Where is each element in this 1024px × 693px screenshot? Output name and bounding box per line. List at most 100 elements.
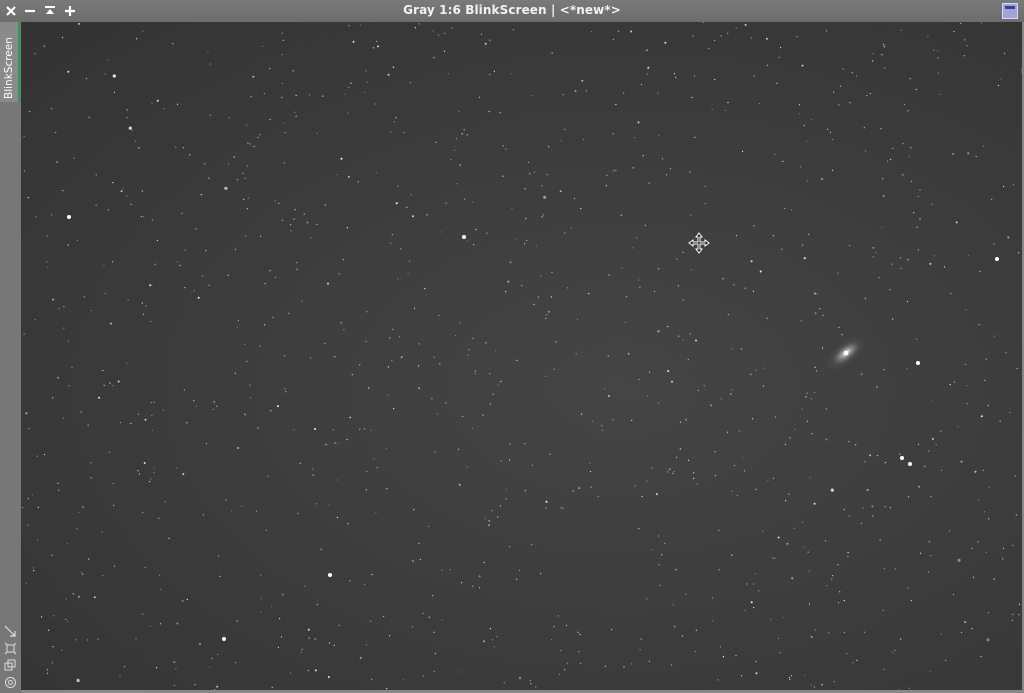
bright-star <box>916 361 920 365</box>
star <box>509 261 512 264</box>
clone-icon[interactable] <box>4 657 17 671</box>
star <box>82 506 84 508</box>
star <box>883 45 886 48</box>
star <box>793 527 795 529</box>
star <box>366 81 368 83</box>
star <box>193 290 195 292</box>
star <box>881 226 883 228</box>
star <box>620 214 622 216</box>
star <box>601 429 604 431</box>
tab-blinkscreen[interactable]: BlinkScreen <box>0 22 20 102</box>
star <box>720 398 722 400</box>
star <box>451 27 453 29</box>
star <box>130 422 132 425</box>
star <box>924 465 926 467</box>
star <box>80 411 82 413</box>
star <box>884 506 886 508</box>
star <box>499 112 501 114</box>
star <box>574 90 577 93</box>
star <box>856 659 858 662</box>
star <box>269 118 271 121</box>
star <box>852 662 854 664</box>
star <box>211 657 213 660</box>
star <box>673 73 676 75</box>
star <box>88 558 90 560</box>
star <box>231 510 233 512</box>
star <box>349 417 351 419</box>
star <box>189 154 191 156</box>
star <box>704 185 707 187</box>
star <box>184 249 186 251</box>
star <box>750 601 753 604</box>
star <box>509 443 511 445</box>
image-viewport[interactable] <box>21 22 1022 690</box>
star <box>316 132 318 134</box>
star <box>987 404 989 406</box>
star <box>247 142 249 144</box>
star <box>714 451 716 453</box>
star <box>785 500 787 502</box>
star <box>52 397 54 399</box>
star <box>126 362 128 364</box>
star <box>434 451 436 453</box>
star <box>681 635 684 637</box>
star <box>801 244 804 246</box>
star <box>790 209 793 211</box>
star <box>810 398 812 400</box>
star <box>61 649 63 652</box>
star <box>601 425 603 427</box>
star <box>585 90 588 92</box>
star <box>727 102 729 104</box>
star <box>1015 514 1017 516</box>
star <box>418 387 421 390</box>
star <box>708 47 710 50</box>
star <box>296 261 298 264</box>
star <box>431 398 433 400</box>
star <box>219 575 221 577</box>
maximize-button[interactable] <box>1002 3 1018 19</box>
star <box>303 213 305 215</box>
zoom-to-fit-icon[interactable] <box>4 623 17 637</box>
star <box>524 489 526 492</box>
star <box>900 257 902 259</box>
fit-view-icon[interactable] <box>4 640 17 655</box>
star <box>542 214 544 216</box>
star <box>918 443 920 445</box>
star <box>338 273 340 275</box>
star <box>521 285 523 287</box>
star <box>819 308 821 310</box>
star <box>462 415 464 417</box>
settings-icon[interactable] <box>4 674 17 688</box>
star <box>685 593 687 595</box>
star <box>241 505 243 507</box>
star <box>953 381 956 383</box>
star <box>112 385 114 387</box>
star <box>484 42 487 45</box>
star <box>943 266 946 268</box>
star <box>980 655 982 658</box>
star <box>162 409 164 411</box>
star <box>371 573 373 576</box>
star <box>418 365 420 367</box>
star <box>518 569 521 571</box>
star <box>461 582 463 584</box>
star <box>422 612 424 615</box>
star <box>822 347 824 349</box>
star <box>108 451 111 453</box>
star <box>301 300 303 302</box>
star <box>711 597 713 599</box>
star <box>428 616 430 618</box>
star <box>458 483 461 486</box>
star <box>373 458 375 460</box>
star <box>29 111 31 113</box>
star <box>862 507 864 509</box>
star <box>23 170 25 172</box>
star <box>86 639 88 641</box>
star <box>324 343 326 345</box>
star <box>847 555 849 558</box>
star <box>370 429 372 431</box>
star <box>274 276 276 278</box>
star <box>137 470 139 472</box>
star <box>68 385 70 387</box>
star <box>104 73 106 75</box>
